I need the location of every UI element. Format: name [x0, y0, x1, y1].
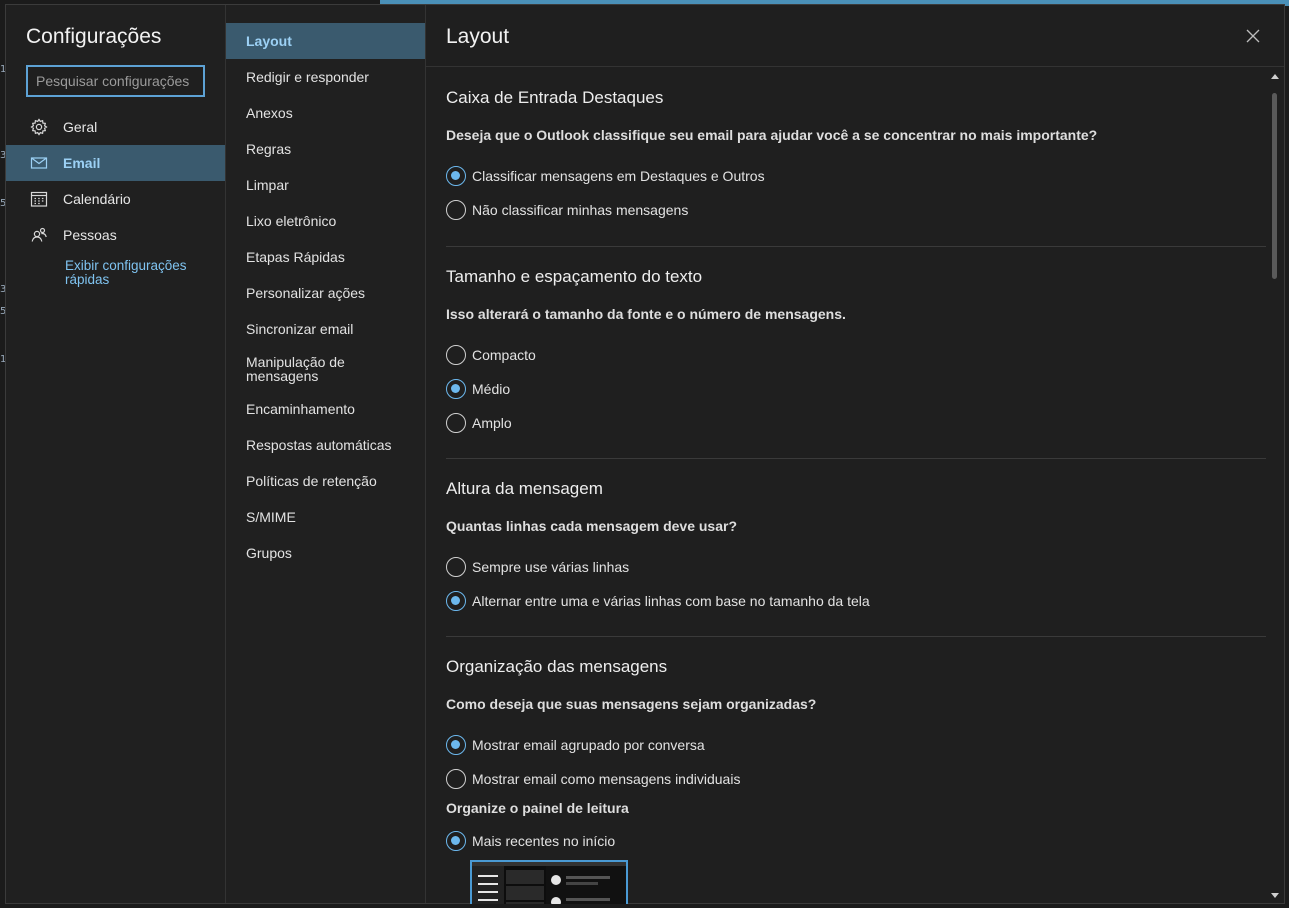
radio-option-compact[interactable]: Compacto [446, 338, 1266, 372]
radio-label: Sempre use várias linhas [472, 559, 630, 575]
radio-label: Médio [472, 381, 511, 397]
settings-dialog: Configurações Geral E [5, 4, 1285, 904]
subnav-item-smime[interactable]: S/MIME [226, 499, 425, 535]
radio-label: Mostrar email como mensagens individuais [472, 771, 741, 787]
subnav-item-lixo[interactable]: Lixo eletrônico [226, 203, 425, 239]
subnav-item-respostas[interactable]: Respostas automáticas [226, 427, 425, 463]
radio-button[interactable] [446, 345, 466, 365]
reading-pane-label: Organize o painel de leitura [446, 800, 629, 816]
settings-content: Caixa de Entrada Destaques Deseja que o … [446, 68, 1266, 904]
content-scrollbar[interactable] [1266, 68, 1284, 904]
category-item-pessoas[interactable]: Pessoas [6, 217, 225, 253]
radio-option-individual[interactable]: Mostrar email como mensagens individuais [446, 762, 1266, 796]
subnav-item-etapas[interactable]: Etapas Rápidas [226, 239, 425, 275]
radio-option-adaptive-lines[interactable]: Alternar entre uma e várias linhas com b… [446, 584, 1266, 618]
radio-label: Mostrar email agrupado por conversa [472, 737, 705, 753]
search-settings-input[interactable] [26, 65, 205, 97]
section-message-organization: Organização das mensagens Como deseja qu… [446, 636, 1266, 904]
radio-option-multi-line[interactable]: Sempre use várias linhas [446, 550, 1266, 584]
gear-icon [30, 118, 48, 136]
radio-label: Alternar entre uma e várias linhas com b… [472, 593, 870, 609]
category-label: Calendário [63, 191, 131, 207]
subnav-item-limpar[interactable]: Limpar [226, 167, 425, 203]
radio-label: Amplo [472, 415, 512, 431]
subnav-item-sincronizar[interactable]: Sincronizar email [226, 311, 425, 347]
settings-title: Configurações [26, 25, 162, 48]
category-label: Pessoas [63, 227, 117, 243]
section-question: Isso alterará o tamanho da fonte e o núm… [446, 306, 846, 322]
close-button[interactable] [1244, 27, 1262, 45]
radio-button[interactable] [446, 557, 466, 577]
category-label: Email [63, 155, 101, 171]
radio-label: Mais recentes no início [472, 833, 616, 849]
section-title: Tamanho e espaçamento do texto [446, 267, 703, 286]
radio-button[interactable] [446, 591, 466, 611]
scroll-up-arrow-icon[interactable] [1271, 74, 1279, 79]
subnav-item-manipulacao[interactable]: Manipulação de mensagens [226, 347, 425, 391]
subnav-item-redigir[interactable]: Redigir e responder [226, 59, 425, 95]
category-item-geral[interactable]: Geral [6, 109, 225, 145]
mail-icon [30, 154, 48, 172]
layout-preview-image [472, 862, 626, 904]
subnav-item-personalizar[interactable]: Personalizar ações [226, 275, 425, 311]
radio-button[interactable] [446, 200, 466, 220]
email-subnav-pane: Layout Redigir e responder Anexos Regras… [226, 5, 426, 903]
radio-option-conversation[interactable]: Mostrar email agrupado por conversa [446, 728, 1266, 762]
radio-button[interactable] [446, 413, 466, 433]
radio-button[interactable] [446, 379, 466, 399]
scroll-down-arrow-icon[interactable] [1271, 893, 1279, 898]
section-question: Como deseja que suas mensagens sejam org… [446, 696, 817, 712]
subnav-item-politicas[interactable]: Políticas de retenção [226, 463, 425, 499]
section-title: Caixa de Entrada Destaques [446, 88, 664, 107]
radio-button[interactable] [446, 735, 466, 755]
section-question: Deseja que o Outlook classifique seu ema… [446, 127, 1098, 143]
section-focused-inbox: Caixa de Entrada Destaques Deseja que o … [446, 68, 1266, 246]
radio-label: Compacto [472, 347, 536, 363]
radio-label: Classificar mensagens em Destaques e Out… [472, 168, 765, 184]
people-icon [30, 226, 48, 244]
subnav-item-grupos[interactable]: Grupos [226, 535, 425, 571]
section-title: Organização das mensagens [446, 657, 668, 676]
radio-label: Não classificar minhas mensagens [472, 202, 689, 218]
email-subnav-list: Layout Redigir e responder Anexos Regras… [226, 23, 425, 571]
calendar-icon [30, 190, 48, 208]
section-text-size: Tamanho e espaçamento do texto Isso alte… [446, 246, 1266, 458]
subnav-item-anexos[interactable]: Anexos [226, 95, 425, 131]
quick-settings-link[interactable]: Exibir configurações rápidas [65, 259, 215, 287]
radio-option-sort-focused[interactable]: Classificar mensagens em Destaques e Out… [446, 159, 1266, 193]
section-message-height: Altura da mensagem Quantas linhas cada m… [446, 458, 1266, 636]
radio-option-medium[interactable]: Médio [446, 372, 1266, 406]
subnav-item-encaminhamento[interactable]: Encaminhamento [226, 391, 425, 427]
section-title: Altura da mensagem [446, 479, 603, 498]
category-item-calendario[interactable]: Calendário [6, 181, 225, 217]
layout-settings-pane: Layout Caixa de Entrada Destaques Deseja… [426, 5, 1284, 904]
subnav-item-regras[interactable]: Regras [226, 131, 425, 167]
subnav-item-layout[interactable]: Layout [226, 23, 425, 59]
radio-button[interactable] [446, 769, 466, 789]
close-icon [1246, 29, 1260, 43]
settings-categories-pane: Configurações Geral E [6, 5, 226, 903]
radio-button[interactable] [446, 166, 466, 186]
section-question: Quantas linhas cada mensagem deve usar? [446, 518, 738, 534]
radio-option-newest-first[interactable]: Mais recentes no início [446, 824, 1266, 858]
settings-category-list: Geral Email Calendário Pessoas [6, 109, 225, 253]
page-title: Layout [446, 25, 510, 48]
category-item-email[interactable]: Email [6, 145, 225, 181]
pane-header: Layout [426, 5, 1284, 67]
radio-option-wide[interactable]: Amplo [446, 406, 1266, 440]
category-label: Geral [63, 119, 98, 135]
scroll-thumb[interactable] [1272, 93, 1277, 279]
radio-button[interactable] [446, 831, 466, 851]
radio-option-no-sort[interactable]: Não classificar minhas mensagens [446, 193, 1266, 227]
reading-pane-preview-thumbnail[interactable] [470, 860, 628, 904]
